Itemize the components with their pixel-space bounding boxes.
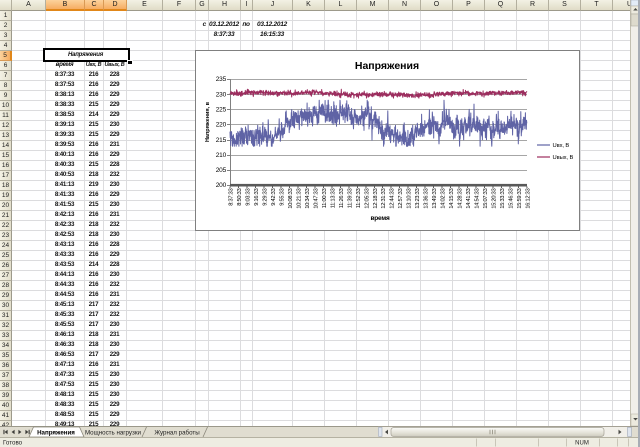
- svg-text:время: время: [370, 215, 390, 222]
- svg-text:9:29:33: 9:29:33: [262, 188, 268, 205]
- svg-text:12:57:33: 12:57:33: [398, 188, 404, 208]
- svg-text:225: 225: [216, 107, 227, 114]
- svg-text:15:33:33: 15:33:33: [500, 188, 506, 208]
- svg-text:11:00:33: 11:00:33: [322, 188, 328, 208]
- svg-text:Uвх, В: Uвх, В: [553, 143, 570, 149]
- svg-text:14:41:33: 14:41:33: [466, 188, 472, 208]
- svg-text:9:03:33: 9:03:33: [246, 188, 252, 205]
- svg-text:10:47:33: 10:47:33: [313, 188, 319, 208]
- svg-text:11:39:33: 11:39:33: [347, 188, 353, 208]
- svg-text:8:37:33: 8:37:33: [229, 188, 235, 205]
- svg-text:14:02:33: 14:02:33: [441, 188, 447, 208]
- svg-text:230: 230: [216, 91, 227, 98]
- svg-text:14:28:33: 14:28:33: [458, 188, 464, 208]
- svg-text:11:13:33: 11:13:33: [330, 188, 336, 208]
- svg-text:Готово: Готово: [3, 440, 23, 447]
- svg-text:215: 215: [216, 137, 227, 144]
- svg-text:Журнал работы: Журнал работы: [154, 430, 200, 437]
- svg-text:15:07:33: 15:07:33: [483, 188, 489, 208]
- svg-text:10:08:33: 10:08:33: [288, 188, 294, 208]
- svg-text:235: 235: [216, 76, 227, 83]
- svg-text:Напряжения, в: Напряжения, в: [205, 101, 211, 142]
- svg-text:13:36:33: 13:36:33: [424, 188, 430, 208]
- svg-text:15:59:33: 15:59:33: [517, 188, 523, 208]
- svg-text:10:21:33: 10:21:33: [296, 188, 302, 208]
- svg-text:12:44:33: 12:44:33: [390, 188, 396, 208]
- svg-text:8:50:33: 8:50:33: [237, 188, 243, 205]
- svg-text:12:18:33: 12:18:33: [373, 188, 379, 208]
- svg-text:NUM: NUM: [575, 441, 589, 447]
- svg-text:15:46:33: 15:46:33: [509, 188, 515, 208]
- svg-text:12:05:33: 12:05:33: [364, 188, 370, 208]
- svg-text:11:26:33: 11:26:33: [339, 188, 345, 208]
- svg-text:200: 200: [216, 182, 227, 189]
- svg-text:220: 220: [216, 122, 227, 129]
- svg-text:9:42:33: 9:42:33: [271, 188, 277, 205]
- svg-text:15:20:33: 15:20:33: [492, 188, 498, 208]
- svg-text:9:16:33: 9:16:33: [254, 188, 260, 205]
- svg-text:12:31:33: 12:31:33: [381, 188, 387, 208]
- svg-text:11:52:33: 11:52:33: [356, 188, 362, 208]
- svg-text:Напряжения: Напряжения: [355, 60, 419, 72]
- svg-text:Напряжения: Напряжения: [37, 430, 75, 437]
- svg-text:14:54:33: 14:54:33: [475, 188, 481, 208]
- svg-text:13:49:33: 13:49:33: [432, 188, 438, 208]
- svg-text:14:15:33: 14:15:33: [449, 188, 455, 208]
- svg-text:16:12:33: 16:12:33: [526, 188, 532, 208]
- svg-text:Мощность нагрузки: Мощность нагрузки: [85, 430, 142, 437]
- svg-text:10:34:33: 10:34:33: [305, 188, 311, 208]
- svg-text:13:23:33: 13:23:33: [415, 188, 421, 208]
- svg-text:9:55:33: 9:55:33: [279, 188, 285, 205]
- svg-text:210: 210: [216, 152, 227, 159]
- svg-text:13:10:33: 13:10:33: [407, 188, 413, 208]
- svg-text:Uвых, В: Uвых, В: [553, 155, 574, 161]
- svg-text:205: 205: [216, 167, 227, 174]
